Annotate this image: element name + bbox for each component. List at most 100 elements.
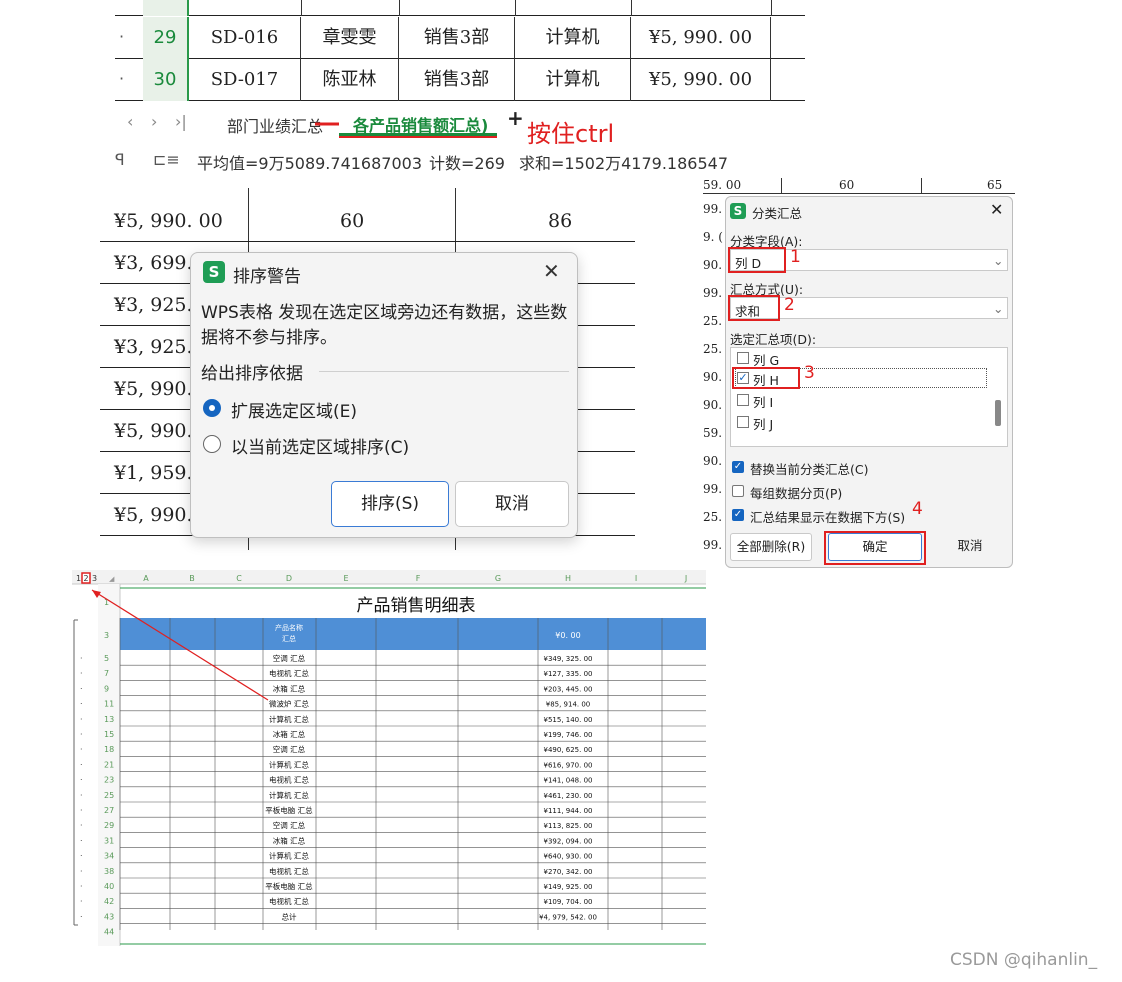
table-row[interactable]: ¥5, 990. 00 60 86 bbox=[100, 200, 635, 242]
row-number: 34 bbox=[104, 852, 114, 861]
product-summary-name: 平板电脑 汇总 bbox=[265, 805, 313, 815]
outline-dot: · bbox=[80, 776, 83, 785]
chevron-down-icon: ⌄ bbox=[993, 301, 1004, 316]
items-list[interactable]: 列 G ✓ 列 H 列 I 列 J bbox=[730, 347, 1008, 447]
price-cell[interactable]: ¥3, 925. bbox=[114, 326, 193, 368]
price-cell[interactable]: ¥3, 925. bbox=[114, 284, 193, 326]
tab-department-summary[interactable]: 部门业绩汇总 bbox=[227, 113, 323, 137]
item-label[interactable]: 列 I bbox=[753, 392, 773, 411]
dialog-title: 排序警告 bbox=[233, 267, 301, 287]
radio-current-selection[interactable] bbox=[203, 435, 221, 453]
row-number: 9 bbox=[104, 684, 109, 693]
row-number: 42 bbox=[104, 897, 114, 906]
product-summary-value: ¥490, 625. 00 bbox=[544, 746, 593, 754]
cancel-button[interactable]: 取消 bbox=[455, 481, 569, 527]
outline-level-buttons[interactable]: 1 2 3 bbox=[76, 572, 97, 584]
dept-cell[interactable]: 销售3部 bbox=[399, 59, 515, 101]
price-cell[interactable]: ¥5, 990. bbox=[114, 410, 193, 452]
sort-button[interactable]: 排序(S) bbox=[331, 481, 449, 527]
remove-all-button[interactable]: 全部删除(R) bbox=[730, 533, 812, 561]
row-number: 21 bbox=[104, 760, 114, 769]
option-below-label[interactable]: 汇总结果显示在数据下方(S) bbox=[750, 507, 905, 526]
outline-dot: · bbox=[80, 730, 83, 739]
first-sheet-nav-icon[interactable]: ‹ bbox=[127, 112, 133, 131]
row-number: 44 bbox=[104, 928, 114, 937]
product-summary-name: 总计 bbox=[282, 911, 297, 921]
table-row[interactable]: · 30 SD-017 陈亚林 销售3部 计算机 ¥5, 990. 00 bbox=[115, 59, 805, 101]
close-icon[interactable]: ✕ bbox=[990, 200, 1003, 219]
value-cell[interactable]: 86 bbox=[548, 200, 572, 242]
warning-message: WPS表格 发现在选定区域旁边还有数据，这些数据将不参与排序。 bbox=[201, 303, 568, 348]
product-summary-name: 空调 汇总 bbox=[273, 820, 306, 830]
column-header: G bbox=[495, 574, 501, 583]
step-mark-3: 3 bbox=[804, 363, 815, 383]
column-header: B bbox=[189, 574, 195, 583]
checkbox-page-break[interactable] bbox=[732, 485, 744, 497]
level-button: 2 bbox=[84, 574, 89, 583]
name-cell[interactable]: 陈亚林 bbox=[301, 59, 399, 101]
tab-product-sales-summary[interactable]: 各产品销售额汇总) bbox=[339, 106, 497, 136]
product-cell[interactable]: 计算机 bbox=[515, 17, 631, 59]
amount-cell[interactable]: ¥5, 990. 00 bbox=[631, 59, 771, 101]
price-cell[interactable]: ¥1, 959. bbox=[114, 452, 193, 494]
row-number[interactable]: 29 bbox=[143, 17, 189, 59]
dept-cell[interactable]: 销售3部 bbox=[399, 17, 515, 59]
last-sheet-nav-icon[interactable]: ›| bbox=[175, 112, 187, 131]
product-summary-value: ¥616, 970. 00 bbox=[544, 761, 593, 769]
price-cell[interactable]: ¥5, 990. 00 bbox=[114, 200, 223, 242]
outline-dot: · bbox=[119, 27, 125, 46]
option-expand-label[interactable]: 扩展选定区域(E) bbox=[231, 397, 357, 422]
header-total: ¥0. 00 bbox=[555, 631, 580, 640]
price-cell[interactable]: ¥3, 699. bbox=[114, 242, 193, 284]
product-cell[interactable]: 计算机 bbox=[515, 59, 631, 101]
row-number: 13 bbox=[104, 715, 114, 724]
checkbox-summary-below[interactable]: ✓ bbox=[732, 509, 744, 521]
row-number[interactable]: 30 bbox=[143, 59, 189, 101]
price-cell[interactable]: ¥5, 990. bbox=[114, 494, 193, 536]
add-sheet-button[interactable]: + bbox=[507, 106, 524, 130]
name-cell[interactable]: 章雯雯 bbox=[301, 17, 399, 59]
product-summary-value: ¥109, 704. 00 bbox=[544, 898, 593, 906]
row-number: 43 bbox=[104, 912, 114, 921]
table-row[interactable]: · 29 SD-016 章雯雯 销售3部 计算机 ¥5, 990. 00 bbox=[115, 17, 805, 59]
layout-icon[interactable]: ⊏≡ bbox=[153, 150, 180, 169]
spreadsheet-grid[interactable]: 1 2 3 ◢ A B C D E F G H I J 1 产品销售明细表 3 … bbox=[72, 570, 706, 946]
code-cell[interactable]: SD-016 bbox=[189, 17, 301, 59]
outline-dot: · bbox=[80, 745, 83, 754]
product-summary-value: ¥640, 930. 00 bbox=[544, 853, 593, 861]
cancel-button[interactable]: 取消 bbox=[932, 533, 1008, 561]
wps-logo-icon: S bbox=[730, 203, 746, 219]
chevron-down-icon: ⌄ bbox=[993, 253, 1004, 268]
background-header-row: 59. 00 60 65 bbox=[703, 178, 1015, 194]
checkbox-col-g[interactable] bbox=[737, 352, 749, 364]
option-pagebreak-label[interactable]: 每组数据分页(P) bbox=[750, 483, 842, 502]
product-summary-value: ¥199, 746. 00 bbox=[544, 731, 593, 739]
column-header: E bbox=[343, 574, 348, 583]
red-highlight-box bbox=[728, 247, 786, 273]
outline-dot: · bbox=[80, 806, 83, 815]
price-cell[interactable]: ¥5, 990. bbox=[114, 368, 193, 410]
item-label[interactable]: 列 J bbox=[753, 414, 773, 433]
list-scrollbar[interactable] bbox=[995, 400, 1001, 426]
column-header: I bbox=[635, 574, 637, 583]
checkbox-col-i[interactable] bbox=[737, 394, 749, 406]
ok-button[interactable]: 确定 bbox=[828, 533, 922, 561]
close-icon[interactable]: ✕ bbox=[543, 259, 560, 283]
option-replace-label[interactable]: 替换当前分类汇总(C) bbox=[750, 459, 868, 478]
amount-cell[interactable]: ¥5, 990. 00 bbox=[631, 17, 771, 59]
value-cell[interactable]: 60 bbox=[340, 200, 364, 242]
sort-basis-label: 给出排序依据 bbox=[201, 364, 303, 384]
option-current-label[interactable]: 以当前选定区域排序(C) bbox=[231, 433, 409, 458]
divider bbox=[319, 371, 569, 372]
checkbox-col-j[interactable] bbox=[737, 416, 749, 428]
code-cell[interactable]: SD-017 bbox=[189, 59, 301, 101]
header-band bbox=[120, 618, 706, 650]
next-sheet-nav-icon[interactable]: › bbox=[151, 112, 157, 131]
product-summary-value: ¥270, 342. 00 bbox=[544, 868, 593, 876]
outline-dot: · bbox=[119, 69, 125, 88]
checkbox-replace[interactable]: ✓ bbox=[732, 461, 744, 473]
sheet-snippet-panel: · 29 SD-016 章雯雯 销售3部 计算机 ¥5, 990. 00 · 3… bbox=[115, 0, 805, 180]
status-sum: 求和=1502万4179.186547 bbox=[519, 154, 729, 173]
radio-expand-selection[interactable] bbox=[203, 399, 221, 417]
outline-dot: · bbox=[80, 715, 83, 724]
